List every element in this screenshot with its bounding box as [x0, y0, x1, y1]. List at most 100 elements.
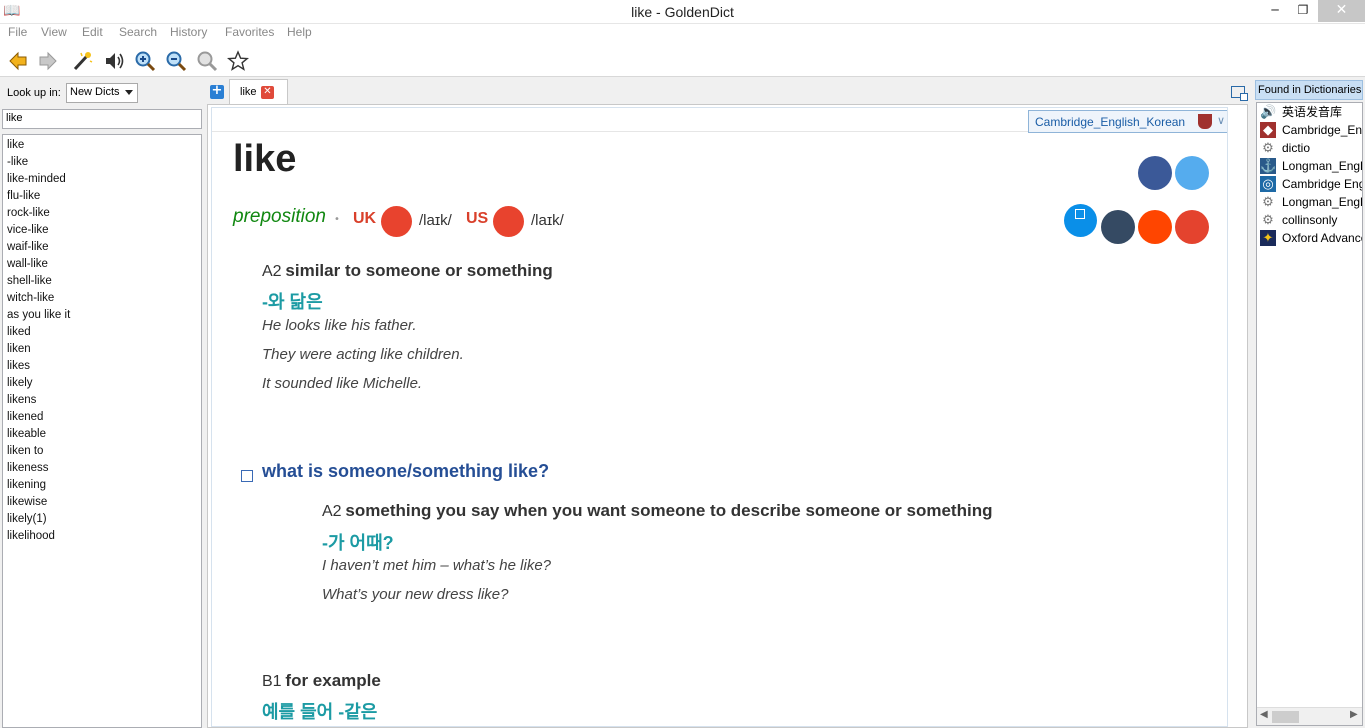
search-input[interactable]: like — [2, 109, 202, 129]
window-title: like - GoldenDict — [631, 4, 734, 20]
tab-label: like — [240, 86, 257, 98]
zoom-out-button[interactable] — [163, 48, 189, 74]
headword: like — [233, 138, 297, 180]
word-list-item[interactable]: likened — [3, 409, 201, 426]
tab-like[interactable]: like ✕ — [229, 79, 288, 105]
dictionary-group-value: New Dicts — [70, 86, 120, 98]
dictionary-header[interactable]: Cambridge_English_Korean ∨ — [1028, 110, 1227, 133]
definition-text: similar to someone or something — [285, 261, 553, 280]
found-dictionary-item[interactable]: ⚙ dictio — [1257, 139, 1362, 157]
horizontal-scrollbar[interactable]: ◀ ▶ — [1257, 707, 1362, 725]
title-bar: 📖 like - GoldenDict ─ ❐ ✕ — [0, 0, 1365, 24]
found-dictionary-item[interactable]: ◆ Cambridge_English_Korean — [1257, 121, 1362, 139]
back-button[interactable] — [5, 48, 31, 74]
word-list-item[interactable]: -like — [3, 154, 201, 171]
dictionary-name: Cambridge_English_Korean — [1035, 115, 1186, 129]
word-list-item[interactable]: vice-like — [3, 222, 201, 239]
close-button[interactable]: ✕ — [1318, 0, 1365, 22]
word-list-item[interactable]: likely — [3, 375, 201, 392]
scan-popup-button[interactable] — [69, 48, 95, 74]
zoom-in-button[interactable] — [132, 48, 158, 74]
zoom-reset-button[interactable] — [194, 48, 220, 74]
found-dictionary-item[interactable]: 🔊 英语发音库 — [1257, 103, 1362, 121]
dock-panel-icon[interactable] — [1231, 86, 1248, 101]
menu-bar: File View Edit Search History Favorites … — [0, 24, 1365, 43]
word-list-item[interactable]: liken to — [3, 443, 201, 460]
maximize-button[interactable]: ❐ — [1290, 0, 1316, 22]
word-list-item[interactable]: likes — [3, 358, 201, 375]
divider — [212, 131, 1028, 132]
uk-pronunciation: /laɪk/ — [419, 212, 452, 229]
word-list-item[interactable]: liken — [3, 341, 201, 358]
word-list-item[interactable]: likeness — [3, 460, 201, 477]
found-in-dictionaries-title: Found in Dictionaries: — [1255, 80, 1363, 100]
word-list-item[interactable]: witch-like — [3, 290, 201, 307]
speaker-icon — [106, 53, 124, 69]
forward-button[interactable] — [35, 48, 61, 74]
collapse-chevron-icon[interactable]: ∨ — [1217, 114, 1225, 127]
menu-history[interactable]: History — [170, 25, 207, 39]
pinterest-share-icon[interactable] — [1175, 210, 1209, 244]
us-audio-icon[interactable] — [493, 206, 524, 237]
new-tab-button[interactable]: + — [210, 84, 224, 99]
part-of-speech: preposition — [233, 206, 326, 227]
found-dictionary-item[interactable]: ✦ Oxford Advanced — [1257, 229, 1362, 247]
found-dictionary-item[interactable]: ⚓ Longman_English — [1257, 157, 1362, 175]
minimize-button[interactable]: ─ — [1262, 0, 1288, 22]
word-list-item[interactable]: flu-like — [3, 188, 201, 205]
close-tab-icon[interactable]: ✕ — [261, 86, 274, 99]
phrase-checkbox[interactable] — [241, 470, 253, 482]
found-dictionary-item[interactable]: ⚙ Longman_English — [1257, 193, 1362, 211]
found-dictionary-item[interactable]: ◎ Cambridge English — [1257, 175, 1362, 193]
twitter-share-icon[interactable] — [1175, 156, 1209, 190]
word-list-item[interactable]: likelihood — [3, 528, 201, 545]
found-dictionary-name: 英语发音库 — [1282, 105, 1343, 119]
menu-search[interactable]: Search — [119, 25, 157, 39]
uk-audio-icon[interactable] — [381, 206, 412, 237]
translation: 예를 들어 -같은 — [262, 702, 378, 722]
menu-help[interactable]: Help — [287, 25, 312, 39]
scroll-thumb[interactable] — [1272, 711, 1299, 723]
word-list-item[interactable]: as you like it — [3, 307, 201, 324]
article-view: Cambridge_English_Korean ∨ like preposit… — [207, 104, 1248, 728]
found-dictionaries-list[interactable]: 🔊 英语发音库 ◆ Cambridge_English_Korean ⚙ dictio ⚓ L… — [1256, 102, 1363, 726]
gear-icon: ⚙ — [1262, 212, 1274, 227]
word-list-item[interactable]: wall-like — [3, 256, 201, 273]
word-list-item[interactable]: liked — [3, 324, 201, 341]
phrase-title: what is someone/something like? — [262, 461, 550, 481]
menu-file[interactable]: File — [8, 25, 27, 39]
translation: -와 닮은 — [262, 292, 323, 312]
add-favorite-button[interactable] — [225, 48, 251, 74]
word-list-item[interactable]: likeable — [3, 426, 201, 443]
found-dictionary-name: Longman_English — [1282, 195, 1363, 209]
word-list[interactable]: like -like like-minded flu-like rock-like vic… — [2, 134, 202, 728]
word-list-item[interactable]: likening — [3, 477, 201, 494]
example: What’s your new dress like? — [322, 586, 509, 603]
word-list-item[interactable]: like-minded — [3, 171, 201, 188]
word-list-item[interactable]: likely(1) — [3, 511, 201, 528]
word-list-item[interactable]: rock-like — [3, 205, 201, 222]
zoom-reset-icon — [197, 51, 218, 72]
pronounce-button[interactable] — [101, 48, 127, 74]
menu-view[interactable]: View — [41, 25, 67, 39]
word-list-item[interactable]: likewise — [3, 494, 201, 511]
found-dictionary-item[interactable]: ⚙ collinsonly — [1257, 211, 1362, 229]
toolbar — [0, 43, 1365, 77]
word-list-item[interactable]: waif-like — [3, 239, 201, 256]
tumblr-share-icon[interactable] — [1101, 210, 1135, 244]
dictionary-group-select[interactable]: New Dicts — [66, 83, 138, 103]
word-list-item[interactable]: shell-like — [3, 273, 201, 290]
menu-favorites[interactable]: Favorites — [225, 25, 274, 39]
reddit-share-icon[interactable] — [1138, 210, 1172, 244]
messenger-share-icon[interactable] — [1064, 204, 1097, 237]
chevron-down-icon — [125, 90, 133, 95]
article-content: Cambridge_English_Korean ∨ like preposit… — [211, 107, 1228, 727]
scroll-left-icon[interactable]: ◀ — [1260, 709, 1268, 720]
facebook-share-icon[interactable] — [1138, 156, 1172, 190]
word-list-item[interactable]: like — [3, 137, 201, 154]
word-list-item[interactable]: likens — [3, 392, 201, 409]
goldendict-window: 📖 like - GoldenDict ─ ❐ ✕ File View Edit… — [0, 0, 1365, 728]
found-dictionary-name: Cambridge_English_Korean — [1282, 123, 1363, 137]
menu-edit[interactable]: Edit — [82, 25, 103, 39]
scroll-right-icon[interactable]: ▶ — [1350, 709, 1358, 720]
